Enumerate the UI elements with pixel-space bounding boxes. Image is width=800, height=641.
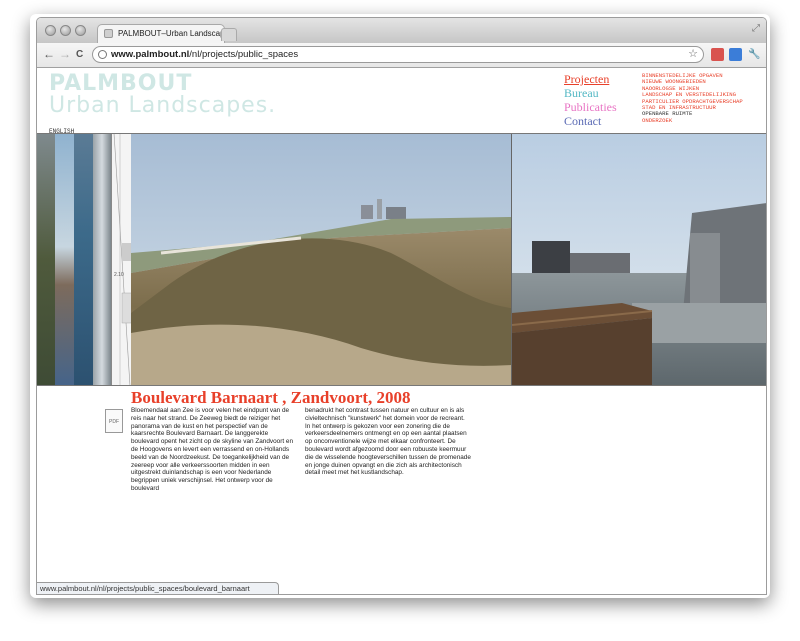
extension-icon-1[interactable] xyxy=(711,48,724,61)
new-tab-button[interactable] xyxy=(221,28,237,41)
section-drawing: 2.10 xyxy=(113,132,133,387)
sub-nav: BINNENSTEDELIJKE OPGAVEN NIEUWE WOONGEBI… xyxy=(642,72,743,124)
wrench-menu-icon[interactable]: 🔧 xyxy=(748,48,760,62)
drawing-label: 2.10 xyxy=(114,272,124,278)
fullscreen-icon[interactable]: ⤢ xyxy=(752,23,760,34)
reload-button[interactable]: C xyxy=(76,48,83,62)
col2-paragraph-1: benadrukt het contrast tussen natuur en … xyxy=(305,407,465,422)
browser-window: PALMBOUT–Urban Landscape ⤢ ← → C www.pal… xyxy=(36,17,767,595)
title-bar: PALMBOUT–Urban Landscape ⤢ xyxy=(37,18,766,43)
project-description-col1: Bloemendaal aan Zee is voor velen het ei… xyxy=(131,407,294,492)
logo-line-2[interactable]: Urban Landscapes. xyxy=(49,95,276,117)
browser-tab[interactable]: PALMBOUT–Urban Landscape xyxy=(97,24,225,43)
gallery-thumb-3[interactable] xyxy=(74,133,93,386)
harbour-render-image xyxy=(512,133,766,386)
main-nav: Projecten Bureau Publicaties Contact xyxy=(564,72,617,128)
gallery-thumb-2[interactable] xyxy=(55,133,74,386)
extension-icon-2[interactable] xyxy=(729,48,742,61)
site-favicon-icon xyxy=(104,29,113,38)
nav-publicaties[interactable]: Publicaties xyxy=(564,100,617,114)
back-button[interactable]: ← xyxy=(43,47,55,61)
col2-paragraph-2: In het ontwerp is gekozen voor een zoner… xyxy=(305,422,471,477)
browser-toolbar: ← → C www.palmbout.nl/nl/projects/public… xyxy=(37,43,766,68)
project-photo-dunes[interactable] xyxy=(131,133,511,386)
tab-title: PALMBOUT–Urban Landscape xyxy=(118,29,225,38)
gallery-thumb-drawing[interactable]: 2.10 xyxy=(111,132,133,387)
dune-landscape-image xyxy=(131,133,511,386)
nav-bureau[interactable]: Bureau xyxy=(564,86,617,100)
gallery-thumb-1[interactable] xyxy=(37,133,55,386)
address-bar[interactable]: www.palmbout.nl/nl/projects/public_space… xyxy=(92,46,704,63)
url-path: /nl/projects/public_spaces xyxy=(189,49,299,60)
logo-line-1[interactable]: PALMBOUT xyxy=(49,73,192,95)
subnav-item[interactable]: ONDERZOEK xyxy=(642,117,743,124)
globe-icon xyxy=(98,50,107,59)
page-content: PALMBOUT Urban Landscapes. ENGLISH Proje… xyxy=(37,68,766,594)
project-photo-render[interactable] xyxy=(511,133,766,386)
nav-projecten[interactable]: Projecten xyxy=(564,72,617,86)
gallery-thumb-4[interactable] xyxy=(93,133,111,386)
minimize-window-button[interactable] xyxy=(60,25,71,36)
project-description-col2: benadrukt het contrast tussen natuur en … xyxy=(305,407,475,477)
zoom-window-button[interactable] xyxy=(75,25,86,36)
nav-contact[interactable]: Contact xyxy=(564,114,617,128)
forward-button[interactable]: → xyxy=(59,47,71,61)
bookmark-star-icon[interactable]: ☆ xyxy=(688,47,698,62)
url-host: www.palmbout.nl xyxy=(111,49,190,60)
close-window-button[interactable] xyxy=(45,25,56,36)
project-title: Boulevard Barnaart , Zandvoort, 2008 xyxy=(131,388,411,407)
status-bar: www.palmbout.nl/nl/projects/public_space… xyxy=(37,582,279,594)
pdf-download-icon[interactable]: PDF xyxy=(105,409,123,433)
